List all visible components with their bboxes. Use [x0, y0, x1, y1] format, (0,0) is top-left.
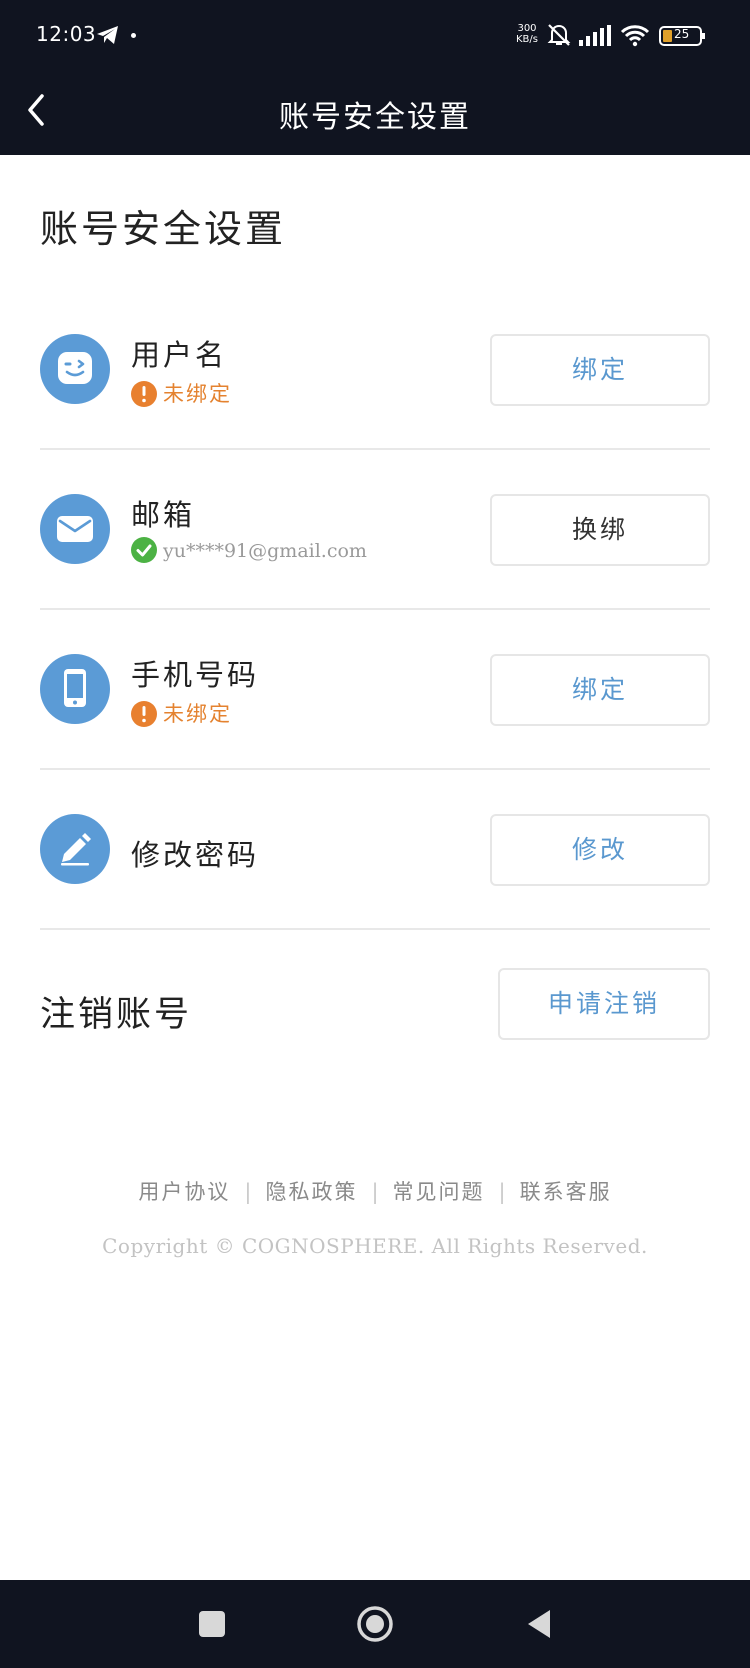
- phone-status-text: 未绑定: [163, 702, 232, 726]
- status-bar: 12:03 300 KB/s 25: [0, 0, 750, 72]
- copyright-text: Copyright © COGNOSPHERE. All Rights Rese…: [102, 1234, 648, 1258]
- footer-link-privacy[interactable]: 隐私政策: [265, 1180, 357, 1204]
- page-title: 账号安全设置: [40, 207, 287, 251]
- email-status-text: yu****91@gmail.com: [163, 540, 367, 562]
- footer-separator: |: [371, 1180, 379, 1204]
- phone-row: 手机号码 未绑定 绑定: [40, 610, 710, 770]
- warning-icon: [131, 380, 157, 407]
- username-status: 未绑定: [131, 378, 232, 409]
- footer-separator: |: [498, 1180, 506, 1204]
- bell-muted-icon: [547, 24, 571, 46]
- username-label: 用户名: [131, 338, 228, 372]
- footer-link-user-agreement[interactable]: 用户协议: [138, 1180, 230, 1204]
- phone-icon: [40, 654, 110, 724]
- recents-square-icon[interactable]: [190, 1602, 234, 1646]
- username-row: 用户名 未绑定 绑定: [40, 290, 710, 450]
- face-icon: [40, 334, 110, 404]
- back-triangle-icon[interactable]: [518, 1602, 562, 1646]
- check-icon: [131, 536, 157, 563]
- password-row: 修改密码 修改: [40, 770, 710, 930]
- notification-dot: [131, 33, 136, 38]
- header-title: 账号安全设置: [279, 100, 471, 135]
- wifi-icon: [620, 25, 650, 47]
- footer-links: 用户协议 | 隐私政策 | 常见问题 | 联系客服: [0, 1176, 750, 1206]
- cancel-account-row: 注销账号 申请注销: [40, 968, 710, 1044]
- mail-icon: [40, 494, 110, 564]
- network-speed-value: 300: [517, 23, 537, 34]
- password-label: 修改密码: [131, 838, 260, 872]
- footer-link-faq[interactable]: 常见问题: [393, 1180, 485, 1204]
- warning-icon: [131, 700, 157, 727]
- email-row: 邮箱 yu****91@gmail.com 换绑: [40, 450, 710, 610]
- divider: [40, 928, 710, 930]
- footer-separator: |: [244, 1180, 252, 1204]
- footer-link-contact[interactable]: 联系客服: [520, 1180, 612, 1204]
- email-label: 邮箱: [131, 498, 196, 532]
- cancel-account-label: 注销账号: [40, 995, 193, 1035]
- network-speed: 300 KB/s: [514, 23, 540, 45]
- email-status: yu****91@gmail.com: [131, 536, 367, 565]
- system-nav-bar: [0, 1580, 750, 1668]
- app-header: 账号安全设置: [0, 72, 750, 155]
- network-speed-unit: KB/s: [516, 34, 538, 45]
- change-password-button[interactable]: 修改: [490, 814, 710, 886]
- rebind-email-button[interactable]: 换绑: [490, 494, 710, 566]
- battery-level: 25: [674, 27, 690, 41]
- top-bar: 12:03 300 KB/s 25 账号安全设置: [0, 0, 750, 155]
- username-status-text: 未绑定: [163, 382, 232, 406]
- bind-username-button[interactable]: 绑定: [490, 334, 710, 406]
- apply-cancel-button[interactable]: 申请注销: [498, 968, 710, 1040]
- phone-label: 手机号码: [131, 658, 260, 692]
- signal-icon: [579, 25, 611, 46]
- pencil-icon: [40, 814, 110, 884]
- bind-phone-button[interactable]: 绑定: [490, 654, 710, 726]
- status-time: 12:03: [36, 22, 97, 46]
- telegram-icon: [97, 26, 118, 44]
- phone-status: 未绑定: [131, 698, 232, 729]
- home-circle-icon[interactable]: [353, 1602, 397, 1646]
